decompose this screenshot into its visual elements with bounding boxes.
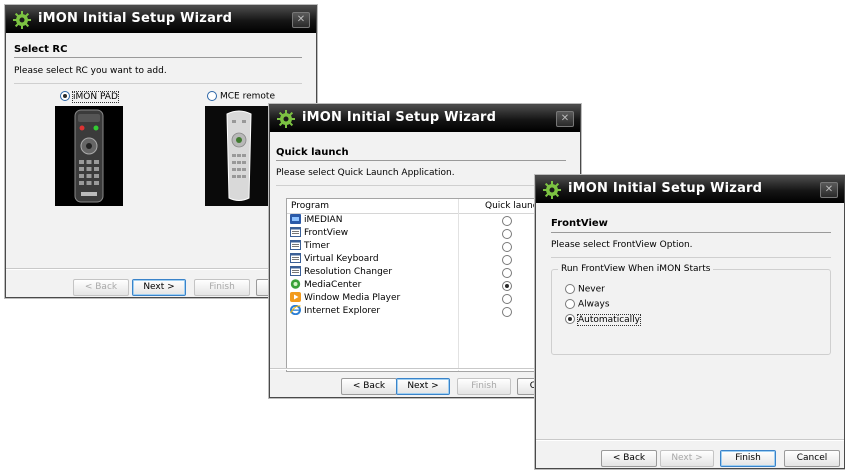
- radio-imon-pad[interactable]: [60, 91, 70, 101]
- list-item[interactable]: Internet Explorer: [287, 305, 577, 318]
- quick-launch-radio[interactable]: [502, 229, 512, 239]
- description-divider: [276, 185, 566, 186]
- page-heading: FrontView: [551, 218, 608, 229]
- wizard-window-frontview: iMON Initial Setup Wizard ✕ FrontView Pl…: [535, 175, 845, 469]
- program-name: Virtual Keyboard: [304, 254, 379, 264]
- close-icon[interactable]: ✕: [556, 111, 574, 127]
- page-description: Please select FrontView Option.: [551, 240, 693, 250]
- list-item[interactable]: FrontView: [287, 227, 577, 240]
- title-bar[interactable]: iMON Initial Setup Wizard ✕: [536, 176, 844, 203]
- quick-launch-radio[interactable]: [502, 294, 512, 304]
- group-label: Run FrontView When iMON Starts: [558, 264, 714, 274]
- option-always-label: Always: [578, 299, 610, 310]
- window-title: iMON Initial Setup Wizard: [568, 181, 763, 196]
- back-button[interactable]: < Back: [341, 378, 397, 395]
- close-icon[interactable]: ✕: [820, 182, 838, 198]
- list-header: Program Quick launch: [287, 199, 577, 214]
- internet-explorer-icon: [290, 305, 301, 315]
- quick-launch-radio[interactable]: [502, 307, 512, 317]
- imedian-icon: [290, 214, 301, 224]
- quick-launch-radio[interactable]: [502, 281, 512, 291]
- heading-divider: [14, 57, 302, 58]
- list-item[interactable]: Timer: [287, 240, 577, 253]
- next-button[interactable]: Next >: [396, 378, 450, 395]
- window-client-area: FrontView Please select FrontView Option…: [536, 203, 844, 468]
- window-title: iMON Initial Setup Wizard: [38, 11, 233, 26]
- radio-automatically[interactable]: [565, 314, 575, 324]
- button-bar-divider: [536, 439, 844, 441]
- radio-mce-remote[interactable]: [207, 91, 217, 101]
- option-automatically[interactable]: Automatically: [565, 313, 641, 326]
- app-window-icon: [290, 266, 301, 276]
- option-imon-pad-label: iMON PAD: [72, 90, 119, 103]
- mce-remote-image[interactable]: [205, 106, 273, 206]
- description-divider: [551, 257, 831, 258]
- finish-button[interactable]: Finish: [720, 450, 776, 467]
- quick-launch-radio[interactable]: [502, 268, 512, 278]
- radio-always[interactable]: [565, 299, 575, 309]
- heading-divider: [551, 232, 831, 233]
- title-bar[interactable]: iMON Initial Setup Wizard ✕: [6, 6, 316, 33]
- page-description: Please select RC you want to add.: [14, 66, 167, 76]
- quick-launch-radio[interactable]: [502, 216, 512, 226]
- title-bar[interactable]: iMON Initial Setup Wizard ✕: [270, 105, 580, 132]
- list-item[interactable]: iMEDIAN: [287, 214, 577, 227]
- close-icon[interactable]: ✕: [292, 12, 310, 28]
- next-button[interactable]: Next >: [132, 279, 186, 296]
- heading-divider: [276, 160, 566, 161]
- program-name: Resolution Changer: [304, 267, 393, 277]
- imon-pad-remote-image[interactable]: [55, 106, 123, 206]
- column-header-program[interactable]: Program: [291, 201, 329, 211]
- app-window-icon: [290, 240, 301, 250]
- app-window-icon: [290, 227, 301, 237]
- page-description: Please select Quick Launch Application.: [276, 168, 455, 178]
- description-divider: [14, 83, 302, 84]
- quick-launch-radio[interactable]: [502, 242, 512, 252]
- program-name: Window Media Player: [304, 293, 401, 303]
- page-heading: Quick launch: [276, 147, 349, 158]
- list-item[interactable]: Virtual Keyboard: [287, 253, 577, 266]
- back-button[interactable]: < Back: [73, 279, 129, 296]
- media-center-icon: [290, 279, 301, 289]
- cancel-button[interactable]: Cancel: [784, 450, 840, 467]
- page-heading: Select RC: [14, 44, 68, 55]
- next-button[interactable]: Next >: [660, 450, 714, 467]
- app-window-icon: [290, 253, 301, 263]
- program-name: Internet Explorer: [304, 306, 381, 316]
- option-always[interactable]: Always: [565, 299, 610, 310]
- imon-logo-icon: [543, 181, 561, 199]
- imon-logo-icon: [277, 110, 295, 128]
- program-name: FrontView: [304, 228, 349, 238]
- list-item[interactable]: MediaCenter: [287, 279, 577, 292]
- list-item[interactable]: Window Media Player: [287, 292, 577, 305]
- media-player-icon: [290, 292, 301, 302]
- radio-never[interactable]: [565, 284, 575, 294]
- window-title: iMON Initial Setup Wizard: [302, 110, 497, 125]
- quick-launch-radio[interactable]: [502, 255, 512, 265]
- finish-button[interactable]: Finish: [194, 279, 250, 296]
- option-mce-remote-label: MCE remote: [220, 91, 275, 102]
- program-name: Timer: [304, 241, 330, 251]
- finish-button[interactable]: Finish: [457, 378, 511, 395]
- frontview-option-group: Run FrontView When iMON Starts Never Alw…: [551, 264, 831, 355]
- option-imon-pad[interactable]: iMON PAD: [60, 90, 119, 103]
- program-name: MediaCenter: [304, 280, 362, 290]
- button-bar-divider: [270, 368, 580, 370]
- window-client-area: Quick launch Please select Quick Launch …: [270, 132, 580, 397]
- program-name: iMEDIAN: [304, 215, 343, 225]
- back-button[interactable]: < Back: [601, 450, 657, 467]
- option-never-label: Never: [578, 284, 605, 295]
- option-mce-remote[interactable]: MCE remote: [207, 91, 275, 102]
- option-automatically-label: Automatically: [577, 313, 641, 326]
- imon-logo-icon: [13, 11, 31, 29]
- list-item[interactable]: Resolution Changer: [287, 266, 577, 279]
- option-never[interactable]: Never: [565, 284, 605, 295]
